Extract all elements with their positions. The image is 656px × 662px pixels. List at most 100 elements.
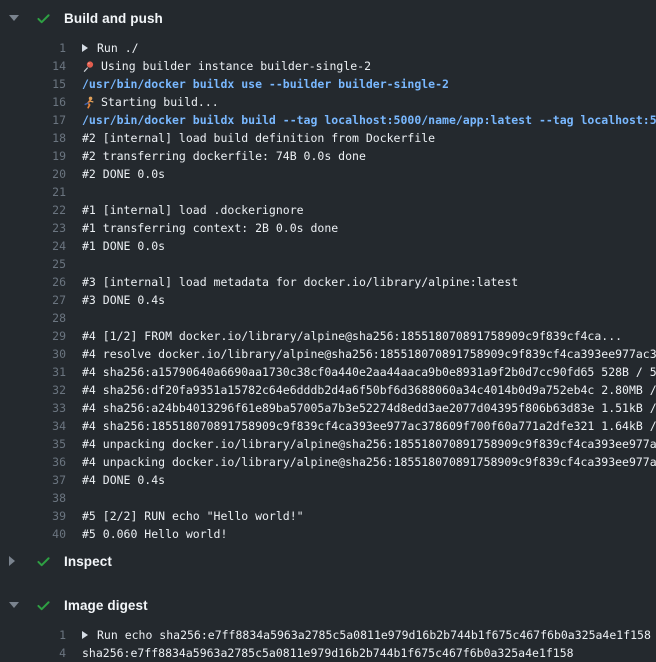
line-text: #4 unpacking docker.io/library/alpine@sh… [82,435,656,453]
line-number[interactable]: 27 [0,291,66,309]
log-line: 15 /usr/bin/docker buildx use --builder … [0,75,656,93]
line-content: #5 [2/2] RUN echo "Hello world!" [82,507,656,525]
log-line: 39 #5 [2/2] RUN echo "Hello world!" [0,507,656,525]
line-number[interactable]: 15 [0,75,66,93]
line-number[interactable]: 4 [0,644,66,662]
line-content: #4 [1/2] FROM docker.io/library/alpine@s… [82,327,656,345]
line-number[interactable]: 28 [0,309,66,327]
line-content: Run echo sha256:e7ff8834a5963a2785c5a081… [82,626,656,644]
line-content: #4 sha256:a24bb4013296f61e89ba57005a7b3e… [82,399,656,417]
log-group-title: Inspect [64,554,112,569]
line-content: #2 transferring dockerfile: 74B 0.0s don… [82,147,656,165]
line-text: Starting build... [101,93,219,111]
line-number[interactable]: 34 [0,417,66,435]
line-content: #2 [internal] load build definition from… [82,129,656,147]
line-text: #4 unpacking docker.io/library/alpine@sh… [82,453,656,471]
log-group: Inspect [0,543,656,579]
expand-arrow-icon[interactable] [82,44,88,52]
line-number[interactable]: 24 [0,237,66,255]
line-text: #2 DONE 0.0s [82,165,165,183]
line-number[interactable]: 23 [0,219,66,237]
log-group-header[interactable]: Image digest [0,587,656,623]
line-content: #4 unpacking docker.io/library/alpine@sh… [82,453,656,471]
line-text: #4 sha256:a15790640a6690aa1730c38cf0a440… [82,363,656,381]
chevron-down-icon[interactable] [9,602,20,608]
line-number[interactable]: 36 [0,453,66,471]
line-content: #5 0.060 Hello world! [82,525,656,543]
line-text: #4 sha256:df20fa9351a15782c64e6dddb2d4a6… [82,381,656,399]
log-line: 25 [0,255,656,273]
line-text: #4 resolve docker.io/library/alpine@sha2… [82,345,656,363]
line-number[interactable]: 38 [0,489,66,507]
log-line: 18 #2 [internal] load build definition f… [0,129,656,147]
log-line: 40 #5 0.060 Hello world! [0,525,656,543]
line-content: Starting build... [82,93,656,111]
log-line: 36 #4 unpacking docker.io/library/alpine… [0,453,656,471]
line-text: #2 [internal] load build definition from… [82,129,435,147]
line-text: /usr/bin/docker buildx use --builder bui… [82,75,449,93]
check-icon [36,555,51,568]
line-content [82,309,656,327]
line-content: #2 DONE 0.0s [82,165,656,183]
log-line: 20 #2 DONE 0.0s [0,165,656,183]
line-number[interactable]: 14 [0,57,66,75]
line-content [82,183,656,201]
line-number[interactable]: 40 [0,525,66,543]
line-number[interactable]: 1 [0,39,66,57]
line-number[interactable]: 1 [0,626,66,644]
line-text: #4 [1/2] FROM docker.io/library/alpine@s… [82,327,622,345]
line-content: sha256:e7ff8834a5963a2785c5a0811e979d16b… [82,644,656,662]
line-number[interactable]: 18 [0,129,66,147]
log-line: 34 #4 sha256:185518070891758909c9f839cf4… [0,417,656,435]
log-line: 1 Run ./ [0,39,656,57]
line-text: #4 DONE 0.4s [82,471,165,489]
log-line: 22 #1 [internal] load .dockerignore [0,201,656,219]
pushpin-icon [82,60,95,73]
line-number[interactable]: 21 [0,183,66,201]
line-content: #3 [internal] load metadata for docker.i… [82,273,656,291]
line-text: #5 [2/2] RUN echo "Hello world!" [82,507,304,525]
chevron-right-icon[interactable] [9,556,20,566]
log-group-header[interactable]: Inspect [0,543,656,579]
line-number[interactable]: 25 [0,255,66,273]
log-line: 31 #4 sha256:a15790640a6690aa1730c38cf0a… [0,363,656,381]
line-content: #4 sha256:a15790640a6690aa1730c38cf0a440… [82,363,656,381]
line-number[interactable]: 33 [0,399,66,417]
line-text: /usr/bin/docker buildx build --tag local… [82,111,656,129]
line-number[interactable]: 37 [0,471,66,489]
line-number[interactable]: 29 [0,327,66,345]
line-content: /usr/bin/docker buildx use --builder bui… [82,75,656,93]
chevron-down-icon[interactable] [9,15,20,21]
line-number[interactable]: 22 [0,201,66,219]
log-group-header[interactable]: Build and push [0,0,656,36]
line-number[interactable]: 39 [0,507,66,525]
line-number[interactable]: 17 [0,111,66,129]
line-number[interactable]: 20 [0,165,66,183]
line-content: #4 DONE 0.4s [82,471,656,489]
line-content: #4 sha256:185518070891758909c9f839cf4ca3… [82,417,656,435]
line-text: #5 0.060 Hello world! [82,525,227,543]
log-line: 26 #3 [internal] load metadata for docke… [0,273,656,291]
line-number[interactable]: 16 [0,93,66,111]
line-number[interactable]: 19 [0,147,66,165]
log-line: 19 #2 transferring dockerfile: 74B 0.0s … [0,147,656,165]
line-number[interactable]: 30 [0,345,66,363]
log-group-title: Build and push [64,11,163,26]
line-number[interactable]: 26 [0,273,66,291]
log-line: 21 [0,183,656,201]
line-content [82,489,656,507]
line-content: #1 [internal] load .dockerignore [82,201,656,219]
line-number[interactable]: 31 [0,363,66,381]
line-number[interactable]: 32 [0,381,66,399]
line-content: #4 unpacking docker.io/library/alpine@sh… [82,435,656,453]
check-icon [36,599,51,612]
line-content: Run ./ [82,39,656,57]
line-number[interactable]: 35 [0,435,66,453]
line-text: sha256:e7ff8834a5963a2785c5a0811e979d16b… [82,644,574,662]
expand-arrow-icon[interactable] [82,631,88,639]
log-line: 4 sha256:e7ff8834a5963a2785c5a0811e979d1… [0,644,656,662]
log-line: 38 [0,489,656,507]
line-content: #4 sha256:df20fa9351a15782c64e6dddb2d4a6… [82,381,656,399]
log-line: 35 #4 unpacking docker.io/library/alpine… [0,435,656,453]
line-text: Using builder instance builder-single-2 [101,57,371,75]
